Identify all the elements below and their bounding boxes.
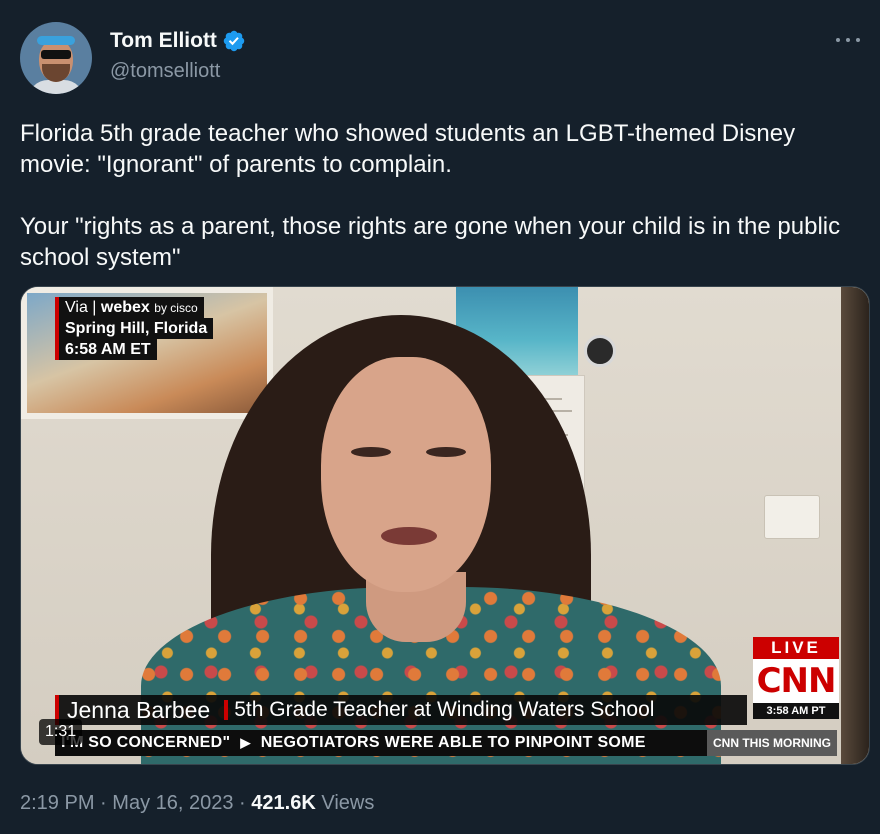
meta-separator-2: · [239,792,246,814]
ticker-text: I'M SO CONCERNED" ▶ NEGOTIATORS WERE ABLE … [55,734,646,752]
lower-third-name: Jenna Barbee [67,696,211,723]
location-line: Spring Hill, Florida [55,318,214,339]
show-name-tag: CNN THIS MORNING [707,730,837,756]
tweet-text: Florida 5th grade teacher who showed stu… [20,118,870,273]
person-eye-right [426,447,466,457]
cnn-logo-icon: CNN [753,659,839,703]
tweet-meta: 2:19 PM · May 16, 2023 · 421.6K Views [20,792,374,815]
via-label: Via [65,299,88,316]
local-time-line: 6:58 AM ET [55,339,157,360]
tweet-paragraph-2: Your "rights as a parent, those rights a… [20,213,841,271]
news-ticker: I'M SO CONCERNED" ▶ NEGOTIATORS WERE ABLE … [55,730,837,756]
video-duration: 1:31 [39,719,83,745]
tweet-time[interactable]: 2:19 PM [20,792,94,814]
video-player[interactable]: Via | webex by cisco Spring Hill, Florid… [20,286,870,765]
light-switch [764,495,820,539]
network-time: 3:58 AM PT [753,703,839,719]
views-label: Views [321,792,375,814]
meta-separator-1: · [100,792,107,814]
person-face [321,357,491,592]
views-count: 421.6K [251,792,316,814]
author-name-row[interactable]: Tom Elliott [110,29,246,53]
via-brand: webex [100,299,150,316]
tweet-header: Tom Elliott @tomselliott [20,22,860,94]
cnn-live-bug: LIVE CNN 3:58 AM PT [753,637,839,725]
lower-third-title: 5th Grade Teacher at Winding Waters Scho… [234,698,655,721]
thermostat [584,335,616,367]
door-frame [841,287,869,764]
tweet-paragraph-1: Florida 5th grade teacher who showed stu… [20,120,796,178]
ticker-left: I'M SO CONCERNED" [61,734,231,751]
verified-badge-icon [223,30,245,52]
webex-overlay: Via | webex by cisco Spring Hill, Florid… [55,297,214,360]
author-handle[interactable]: @tomselliott [110,60,220,83]
person-eye-left [351,447,391,457]
person-mouth [381,527,437,545]
more-horizontal-icon[interactable] [836,28,860,52]
via-line: Via | webex by cisco [55,297,204,318]
live-tag: LIVE [753,637,839,659]
lower-third: Jenna Barbee 5th Grade Teacher at Windin… [55,695,747,725]
ticker-right: NEGOTIATORS WERE ABLE TO PINPOINT SOME [260,734,646,751]
tweet-date[interactable]: May 16, 2023 [112,792,233,814]
author-display-name[interactable]: Tom Elliott [110,29,217,53]
play-triangle-icon: ▶ [240,735,251,750]
avatar[interactable] [20,22,92,94]
via-by: by cisco [154,301,198,315]
